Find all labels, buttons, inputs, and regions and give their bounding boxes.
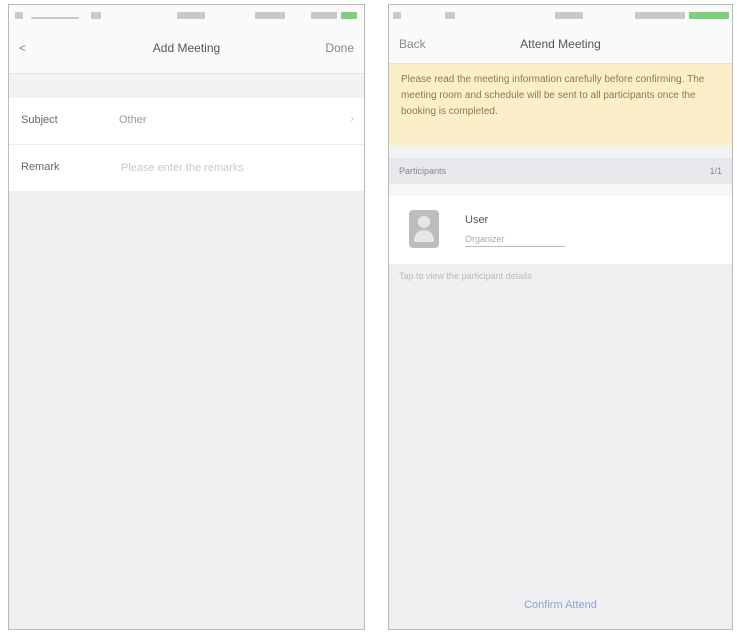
page-title: Attend Meeting (520, 37, 601, 51)
section-count: 1/1 (709, 166, 722, 176)
done-button[interactable]: Done (325, 41, 354, 55)
section-gap (389, 146, 732, 158)
remark-row: Remark (9, 145, 364, 191)
subject-value: Other (119, 114, 147, 126)
battery-icon (689, 12, 729, 19)
participant-item[interactable]: User Organizer (389, 196, 732, 265)
left-phone-screen: < Add Meeting Done Subject Other › Remar… (8, 4, 365, 630)
nav-bar: < Add Meeting Done (9, 27, 364, 74)
page-title: Add Meeting (152, 41, 221, 55)
status-indicators-icon (255, 12, 285, 19)
wifi-icon (91, 12, 101, 19)
remark-input[interactable] (119, 157, 338, 179)
battery-percent-text (311, 12, 337, 19)
subject-row[interactable]: Subject Other › (9, 98, 364, 145)
confirm-attend-button[interactable]: Confirm Attend (389, 599, 732, 611)
status-bar (389, 5, 732, 27)
clock-text (177, 12, 205, 19)
participant-role: Organizer (465, 234, 565, 247)
section-title: Participants (399, 166, 447, 176)
remark-label: Remark (21, 161, 60, 173)
status-indicators-icon (635, 12, 685, 19)
meeting-form: Subject Other › Remark (9, 98, 364, 191)
right-phone-screen: Back Attend Meeting Please read the meet… (388, 4, 733, 630)
section-gap (389, 184, 732, 196)
nav-bar: Back Attend Meeting (389, 27, 732, 64)
participant-name: User (465, 214, 489, 226)
subject-label: Subject (21, 114, 58, 126)
status-bar (9, 5, 364, 27)
battery-icon (341, 12, 357, 19)
helper-caption: Tap to view the participant details (399, 271, 532, 281)
carrier-text (31, 17, 79, 19)
signal-icon (393, 12, 401, 19)
section-gap (9, 74, 364, 98)
signal-icon (15, 12, 23, 19)
clock-text (555, 12, 583, 19)
participants-header: Participants 1/1 (389, 158, 732, 184)
notice-banner: Please read the meeting information care… (389, 64, 732, 146)
avatar (409, 210, 439, 248)
chevron-right-icon: › (350, 113, 354, 125)
wifi-icon (445, 12, 455, 19)
